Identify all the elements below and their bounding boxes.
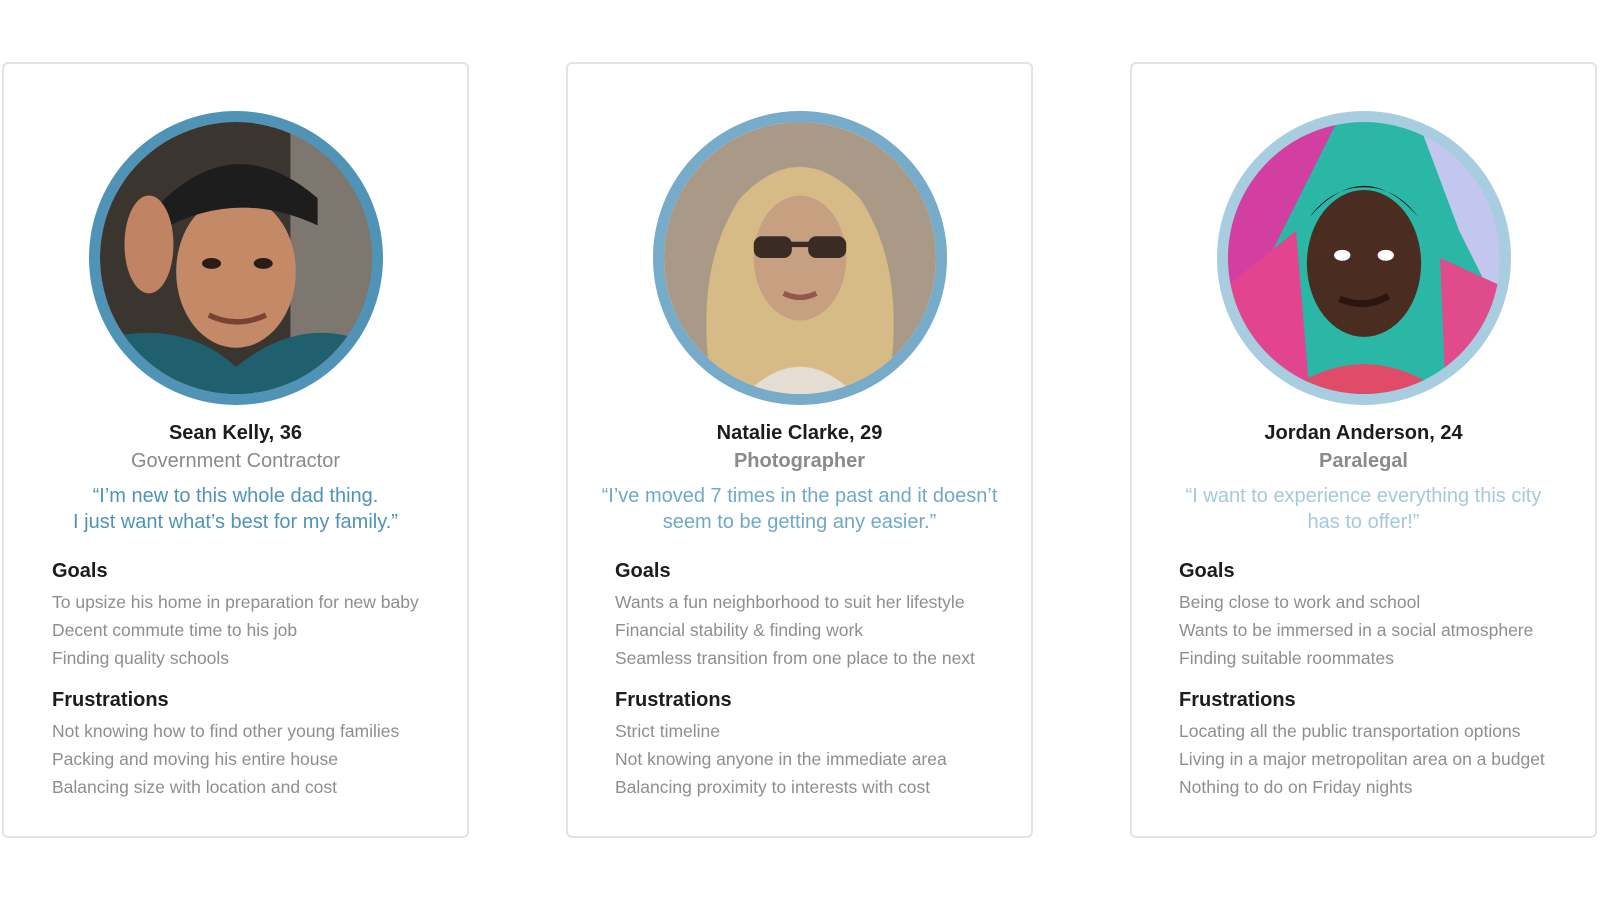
goals-heading: Goals — [1179, 560, 1235, 582]
list-item: Financial stability & finding work — [615, 620, 864, 640]
goals-heading: Goals — [52, 560, 108, 582]
frustrations-list: Strict timeline Not knowing anyone in th… — [615, 717, 1021, 801]
persona-role: Government Contractor — [131, 450, 340, 472]
persona-card-sean: Sean Kelly, 36 Government Contractor “I’… — [2, 62, 469, 838]
persona-card-jordan: Jordan Anderson, 24 Paralegal “I want to… — [1130, 62, 1597, 838]
list-item: Balancing size with location and cost — [52, 777, 338, 797]
goals-list: To upsize his home in preparation for ne… — [52, 588, 457, 672]
person-photo-icon — [1227, 122, 1500, 394]
person-photo-icon — [99, 122, 372, 394]
frustrations-heading: Frustrations — [52, 689, 169, 711]
list-item: Being close to work and school — [1179, 592, 1421, 612]
list-item: Balancing proximity to interests with co… — [615, 777, 931, 797]
list-item: Finding quality schools — [52, 648, 230, 668]
list-item: Living in a major metropolitan area on a… — [1179, 749, 1545, 769]
quote-line: has to offer!” — [1307, 511, 1420, 533]
frustrations-heading: Frustrations — [615, 689, 732, 711]
persona-quote: “I want to experience everything this ci… — [1146, 483, 1581, 535]
persona-card-natalie: Natalie Clarke, 29 Photographer “I’ve mo… — [566, 62, 1033, 838]
list-item: Packing and moving his entire house — [52, 749, 339, 769]
frustrations-list: Locating all the public transportation o… — [1179, 717, 1585, 801]
persona-name: Natalie Clarke, 29 — [716, 422, 883, 444]
list-item: Locating all the public transportation o… — [1179, 721, 1521, 741]
avatar — [652, 111, 947, 405]
goals-list: Wants a fun neighborhood to suit her lif… — [615, 588, 1021, 672]
avatar — [88, 111, 383, 405]
list-item: Wants a fun neighborhood to suit her lif… — [615, 592, 965, 612]
goals-list: Being close to work and school Wants to … — [1179, 588, 1585, 672]
list-item: Decent commute time to his job — [52, 620, 298, 640]
goals-heading: Goals — [615, 560, 671, 582]
persona-quote: “I’ve moved 7 times in the past and it d… — [582, 483, 1017, 535]
avatar — [1216, 111, 1511, 405]
person-photo-icon — [663, 122, 936, 394]
persona-role: Paralegal — [1319, 450, 1408, 472]
persona-quote: “I’m new to this whole dad thing. I just… — [18, 483, 453, 535]
persona-name: Jordan Anderson, 24 — [1264, 422, 1463, 444]
list-item: Wants to be immersed in a social atmosph… — [1179, 620, 1534, 640]
frustrations-list: Not knowing how to find other young fami… — [52, 717, 457, 801]
persona-name: Sean Kelly, 36 — [168, 422, 303, 444]
list-item: To upsize his home in preparation for ne… — [52, 592, 419, 612]
list-item: Not knowing how to find other young fami… — [52, 721, 400, 741]
quote-line: I just want what’s best for my family.” — [73, 511, 398, 533]
quote-line: “I want to experience everything this ci… — [1185, 485, 1542, 507]
quote-line: “I’m new to this whole dad thing. — [92, 485, 379, 507]
list-item: Seamless transition from one place to th… — [615, 648, 975, 668]
list-item: Strict timeline — [615, 721, 721, 741]
list-item: Nothing to do on Friday nights — [1179, 777, 1413, 797]
persona-role: Photographer — [733, 450, 866, 472]
quote-line: seem to be getting any easier.” — [662, 511, 937, 533]
list-item: Not knowing anyone in the immediate area — [615, 749, 947, 769]
quote-line: “I’ve moved 7 times in the past and it d… — [601, 485, 998, 507]
frustrations-heading: Frustrations — [1179, 689, 1296, 711]
list-item: Finding suitable roommates — [1179, 648, 1394, 668]
